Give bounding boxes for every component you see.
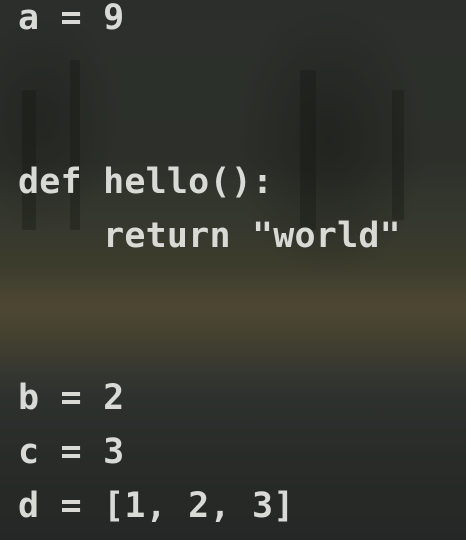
code-line[interactable]: return "world" [18,216,401,256]
code-editor[interactable]: a = 9 def hello(): return "world" b = 2 … [0,0,466,540]
code-line[interactable]: def hello(): [18,162,273,202]
code-line[interactable]: a = 9 [18,0,124,38]
background-tree [70,60,80,230]
background-tree [392,90,404,220]
code-line[interactable]: d = [1, 2, 3] [18,486,295,526]
code-line[interactable]: c = 3 [18,432,124,472]
background-path [0,268,466,358]
code-line[interactable]: b = 2 [18,378,124,418]
background-tree [300,70,316,230]
background-tree [22,90,36,230]
